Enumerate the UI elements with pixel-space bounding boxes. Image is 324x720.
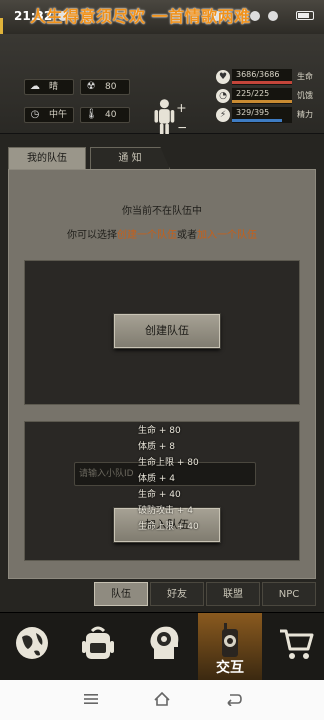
subtab-friends[interactable]: 好友 <box>150 582 204 606</box>
hunger-fill <box>232 100 292 103</box>
or-text: 或者 <box>177 230 197 241</box>
energy-value: 329/395 <box>236 108 270 117</box>
heart-icon: ♥ <box>216 70 230 84</box>
radiation-value: 80 <box>105 82 117 92</box>
health-value: 3686/3686 <box>236 70 280 79</box>
temperature-value: 40 <box>105 110 117 120</box>
health-label: 生命 <box>297 72 313 81</box>
back-icon[interactable] <box>226 692 242 706</box>
join-team-link[interactable]: 加入一个队伍 <box>197 230 257 241</box>
health-bar: 3686/3686 <box>232 69 292 85</box>
energy-fill <box>232 119 282 122</box>
tab-my-team[interactable]: 我的队伍 <box>8 147 86 169</box>
battery-icon <box>296 11 314 20</box>
floating-bonus: 生命上限 + 40 <box>138 522 199 532</box>
social-subtabs: 队伍 好友 联盟 NPC <box>92 582 320 606</box>
weather-pill: ☁ 晴 <box>24 79 74 95</box>
floating-bonus: 生命 + 40 <box>138 490 181 500</box>
radiation-icon: ☢ <box>86 81 96 92</box>
signal-icon <box>250 11 260 21</box>
thermometer-icon: 🌡 <box>85 109 98 120</box>
floating-bonus: 体质 + 8 <box>138 442 175 452</box>
nav-skills[interactable] <box>132 613 196 681</box>
temperature-pill: 🌡 40 <box>80 107 130 123</box>
create-team-button[interactable]: 创建队伍 <box>114 314 220 348</box>
energy-label: 精力 <box>297 110 313 119</box>
backpack-icon <box>82 626 114 659</box>
floating-bonus: 生命 + 80 <box>138 426 181 436</box>
nav-backpack[interactable] <box>66 613 130 681</box>
health-fill <box>232 81 292 84</box>
svg-text:+: + <box>176 100 186 115</box>
food-icon: ◔ <box>216 89 230 103</box>
nav-shop[interactable] <box>264 613 324 681</box>
bottom-nav: 交互 <box>0 612 324 681</box>
head-gear-icon <box>150 626 179 659</box>
home-icon[interactable] <box>154 692 170 706</box>
system-nav-bar <box>0 680 324 720</box>
menu-icon[interactable] <box>84 692 98 706</box>
radiation-pill: ☢ 80 <box>80 79 130 95</box>
subtab-alliance[interactable]: 联盟 <box>206 582 260 606</box>
wifi-icon <box>268 11 278 21</box>
subtab-team[interactable]: 队伍 <box>94 582 148 606</box>
globe-icon <box>16 627 48 659</box>
nav-map[interactable] <box>0 613 64 681</box>
floating-bonus: 体质 + 4 <box>138 474 175 484</box>
subtab-npc[interactable]: NPC <box>262 582 316 606</box>
daytime-value: 中午 <box>49 110 68 120</box>
hunger-value: 225/225 <box>236 89 270 98</box>
nav-interact[interactable]: 交互 <box>198 613 262 681</box>
weather-value: 晴 <box>49 82 59 92</box>
hunger-label: 饥饿 <box>297 91 313 100</box>
clock-icon: ◷ <box>30 109 40 120</box>
energy-icon: ⚡ <box>216 108 230 122</box>
nav-interact-label: 交互 <box>216 660 244 676</box>
tab-notice[interactable]: 通 知 <box>90 147 170 169</box>
cart-icon <box>280 629 314 659</box>
choose-prefix: 你可以选择 <box>67 230 117 241</box>
walkie-talkie-icon <box>222 623 238 657</box>
energy-bar: 329/395 <box>232 107 292 123</box>
floating-bonus: 生命上限 + 80 <box>138 458 199 468</box>
cloud-icon: ☁ <box>30 81 40 92</box>
create-team-link[interactable]: 创建一个队伍 <box>117 230 177 241</box>
floating-bonus-list: 生命 + 80 体质 + 8 生命上限 + 80 体质 + 4 生命 + 40 … <box>138 423 258 535</box>
svg-text:−: − <box>177 120 186 135</box>
daytime-pill: ◷ 中午 <box>24 107 74 123</box>
not-in-team-text: 你当前不在队伍中 <box>122 206 202 217</box>
status-bar: 21:32 人生得意须尽欢 一首情歌两难 <box>0 0 324 34</box>
floating-bonus: 破防攻击 + 4 <box>138 506 193 516</box>
team-options-text: 你可以选择创建一个队伍或者加入一个队伍 <box>0 226 324 241</box>
hunger-bar: 225/225 <box>232 88 292 104</box>
lyrics-banner: 人生得意须尽欢 一首情歌两难 <box>30 7 251 26</box>
